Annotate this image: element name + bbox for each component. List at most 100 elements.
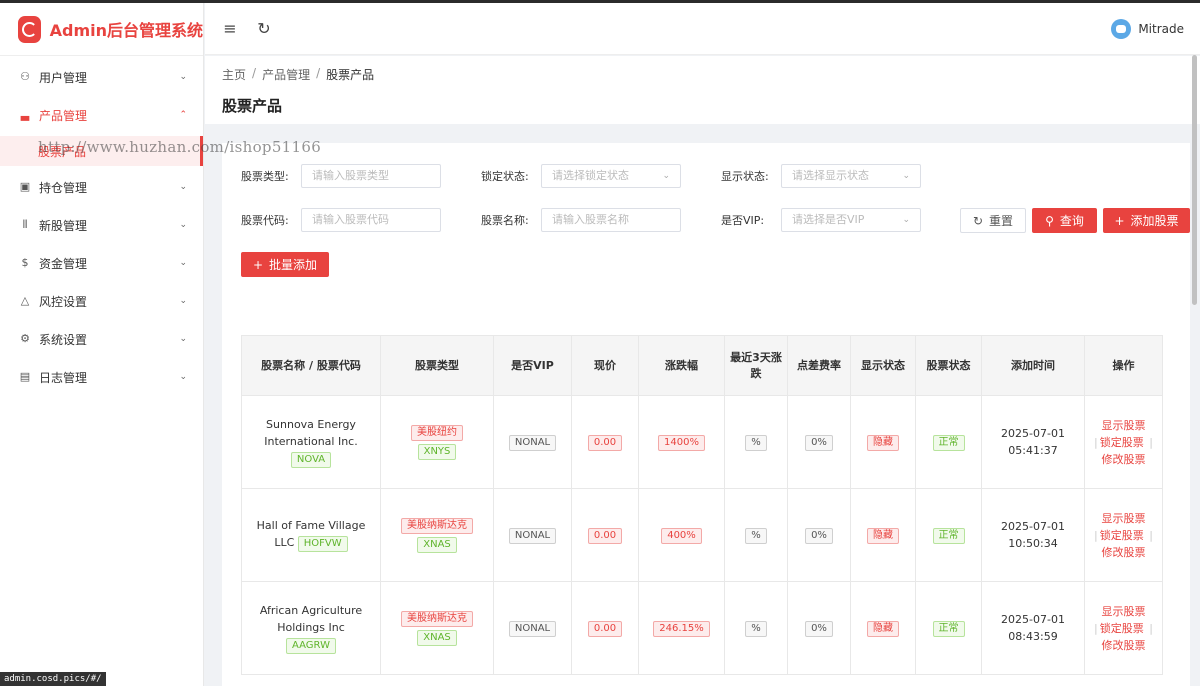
refresh-icon[interactable]: ↻ <box>255 19 273 38</box>
filter-label: 锁定状态: <box>481 170 529 183</box>
exchange-tag: XNYS <box>417 444 457 460</box>
user-menu[interactable]: Mitrade <box>1111 19 1184 39</box>
stock-type-input[interactable]: 请输入股票类型 <box>301 164 441 188</box>
display-status-select[interactable]: 请选择显示状态 ⌄ <box>781 164 921 188</box>
button-label: 添加股票 <box>1130 214 1179 228</box>
edit-stock-link[interactable]: 修改股票 <box>1102 453 1146 466</box>
reset-button[interactable]: ↻ 重置 <box>960 208 1026 233</box>
users-icon: ⚇ <box>20 70 30 83</box>
sidebar-item-label: 产品管理 <box>39 108 88 123</box>
query-button[interactable]: ⚲ 查询 <box>1032 208 1097 233</box>
cell-display: 隐藏 <box>850 395 916 489</box>
sidebar-item-risk[interactable]: △ 风控设置 ⌄ <box>0 282 203 320</box>
exchange-tag: XNAS <box>417 537 457 553</box>
table-row: African Agriculture Holdings Inc AAGRW 美股… <box>241 581 1163 675</box>
logo[interactable]: Admin后台管理系统 <box>0 3 203 56</box>
sidebar-item-positions[interactable]: ▣ 持仓管理 ⌄ <box>0 168 203 206</box>
batch-add-button[interactable]: + 批量添加 <box>241 252 329 277</box>
show-stock-link[interactable]: 显示股票 <box>1102 419 1146 432</box>
main-content: 股票类型: 请输入股票类型 锁定状态: 请选择锁定状态 ⌄ 显示状态: 请选择显示… <box>222 143 1190 686</box>
edit-stock-link[interactable]: 修改股票 <box>1102 546 1146 559</box>
menu-fold-icon[interactable]: ≡ <box>221 19 239 38</box>
cell-vip: NONAL <box>493 488 572 582</box>
vip-select[interactable]: 请选择是否VIP ⌄ <box>781 208 921 232</box>
cell-three-day: % <box>724 488 788 582</box>
cell-change: 246.15% <box>638 581 725 675</box>
lock-stock-link[interactable]: 锁定股票 <box>1100 529 1144 542</box>
cell-ops: 显示股票 | 锁定股票 |修改股票 <box>1084 581 1163 675</box>
stock-code-input[interactable]: 请输入股票代码 <box>301 208 441 232</box>
breadcrumb-home[interactable]: 主页 <box>222 66 246 83</box>
add-stock-button[interactable]: + 添加股票 <box>1103 208 1190 233</box>
stock-status-tag: 正常 <box>932 434 965 451</box>
time-text: 05:41:37 <box>1008 444 1058 457</box>
sidebar-item-system[interactable]: ⚙ 系统设置 ⌄ <box>0 320 203 358</box>
sidebar-item-label: 系统设置 <box>39 332 88 347</box>
breadcrumb-separator: / <box>252 66 257 80</box>
warning-icon: △ <box>20 294 30 307</box>
filter-label: 股票类型: <box>241 170 289 183</box>
lock-stock-link[interactable]: 锁定股票 <box>1100 622 1144 635</box>
three-day-tag: % <box>745 620 767 637</box>
show-stock-link[interactable]: 显示股票 <box>1102 605 1146 618</box>
filter-stock-code: 股票代码: 请输入股票代码 <box>241 208 441 232</box>
divider: | <box>1094 621 1098 635</box>
select-placeholder: 请选择是否VIP <box>792 213 865 226</box>
chevron-down-icon: ⌄ <box>179 72 187 82</box>
breadcrumb-section[interactable]: 产品管理 <box>262 66 310 83</box>
cell-type: 美股纽约 XNYS <box>380 395 494 489</box>
display-status-tag: 隐藏 <box>867 434 899 451</box>
filter-display-status: 显示状态: 请选择显示状态 ⌄ <box>721 164 921 188</box>
stock-name: Sunnova Energy International Inc. <box>264 417 358 448</box>
page-scrollbar[interactable] <box>1192 55 1197 305</box>
sidebar-item-ipo[interactable]: ⦀ 新股管理 ⌄ <box>0 206 203 244</box>
chevron-down-icon: ⌄ <box>179 296 187 306</box>
filter-label: 显示状态: <box>721 170 769 183</box>
button-label: 重置 <box>989 214 1014 228</box>
log-icon: ▤ <box>19 370 31 383</box>
col-header: 涨跌幅 <box>638 335 725 396</box>
date-text: 2025-07-01 <box>1001 613 1065 626</box>
cell-date: 2025-07-01 05:41:37 <box>981 395 1085 489</box>
vip-tag: NONAL <box>508 434 557 451</box>
page-title: 股票产品 <box>222 97 283 115</box>
show-stock-link[interactable]: 显示股票 <box>1102 512 1146 525</box>
logo-icon <box>18 15 41 43</box>
change-tag: 246.15% <box>653 620 710 637</box>
app-title: Admin后台管理系统 <box>49 21 203 40</box>
sidebar-item-logs[interactable]: ▤ 日志管理 ⌄ <box>0 358 203 396</box>
display-status-tag: 隐藏 <box>867 527 899 544</box>
cell-spread: 0% <box>787 395 851 489</box>
filter-label: 股票代码: <box>241 214 289 227</box>
sidebar-item-products[interactable]: ▃ 产品管理 ⌃ <box>0 96 203 134</box>
col-header: 点差费率 <box>787 335 851 396</box>
cell-three-day: % <box>724 581 788 675</box>
chevron-up-icon: ⌃ <box>179 110 187 120</box>
spread-tag: 0% <box>805 620 833 637</box>
status-url: admin.cosd.pics/#/ <box>0 672 106 686</box>
lock-status-select[interactable]: 请选择锁定状态 ⌄ <box>541 164 681 188</box>
sidebar-item-users[interactable]: ⚇ 用户管理 ⌄ <box>0 58 203 96</box>
cell-spread: 0% <box>787 488 851 582</box>
cell-change: 1400% <box>638 395 725 489</box>
stock-name-input[interactable]: 请输入股票名称 <box>541 208 681 232</box>
filter-stock-type: 股票类型: 请输入股票类型 <box>241 164 441 188</box>
cell-ops: 显示股票 | 锁定股票 |修改股票 <box>1084 488 1163 582</box>
cell-name: African Agriculture Holdings Inc AAGRW <box>241 581 381 675</box>
cell-price: 0.00 <box>571 581 639 675</box>
col-header: 是否VIP <box>493 335 572 396</box>
button-label: 批量添加 <box>269 258 318 272</box>
price-tag: 0.00 <box>587 527 623 544</box>
change-tag: 1400% <box>658 434 705 451</box>
lock-stock-link[interactable]: 锁定股票 <box>1100 436 1144 449</box>
edit-stock-link[interactable]: 修改股票 <box>1102 639 1146 652</box>
col-header: 股票状态 <box>915 335 982 396</box>
filter-vip: 是否VIP: 请选择是否VIP ⌄ <box>721 208 921 232</box>
sidebar-item-funds[interactable]: $ 资金管理 ⌄ <box>0 244 203 282</box>
divider: | <box>1094 435 1098 449</box>
avatar <box>1111 19 1132 39</box>
spread-tag: 0% <box>805 527 833 544</box>
three-day-tag: % <box>745 527 767 544</box>
plus-icon: + <box>252 257 264 272</box>
button-label: 查询 <box>1059 214 1084 228</box>
